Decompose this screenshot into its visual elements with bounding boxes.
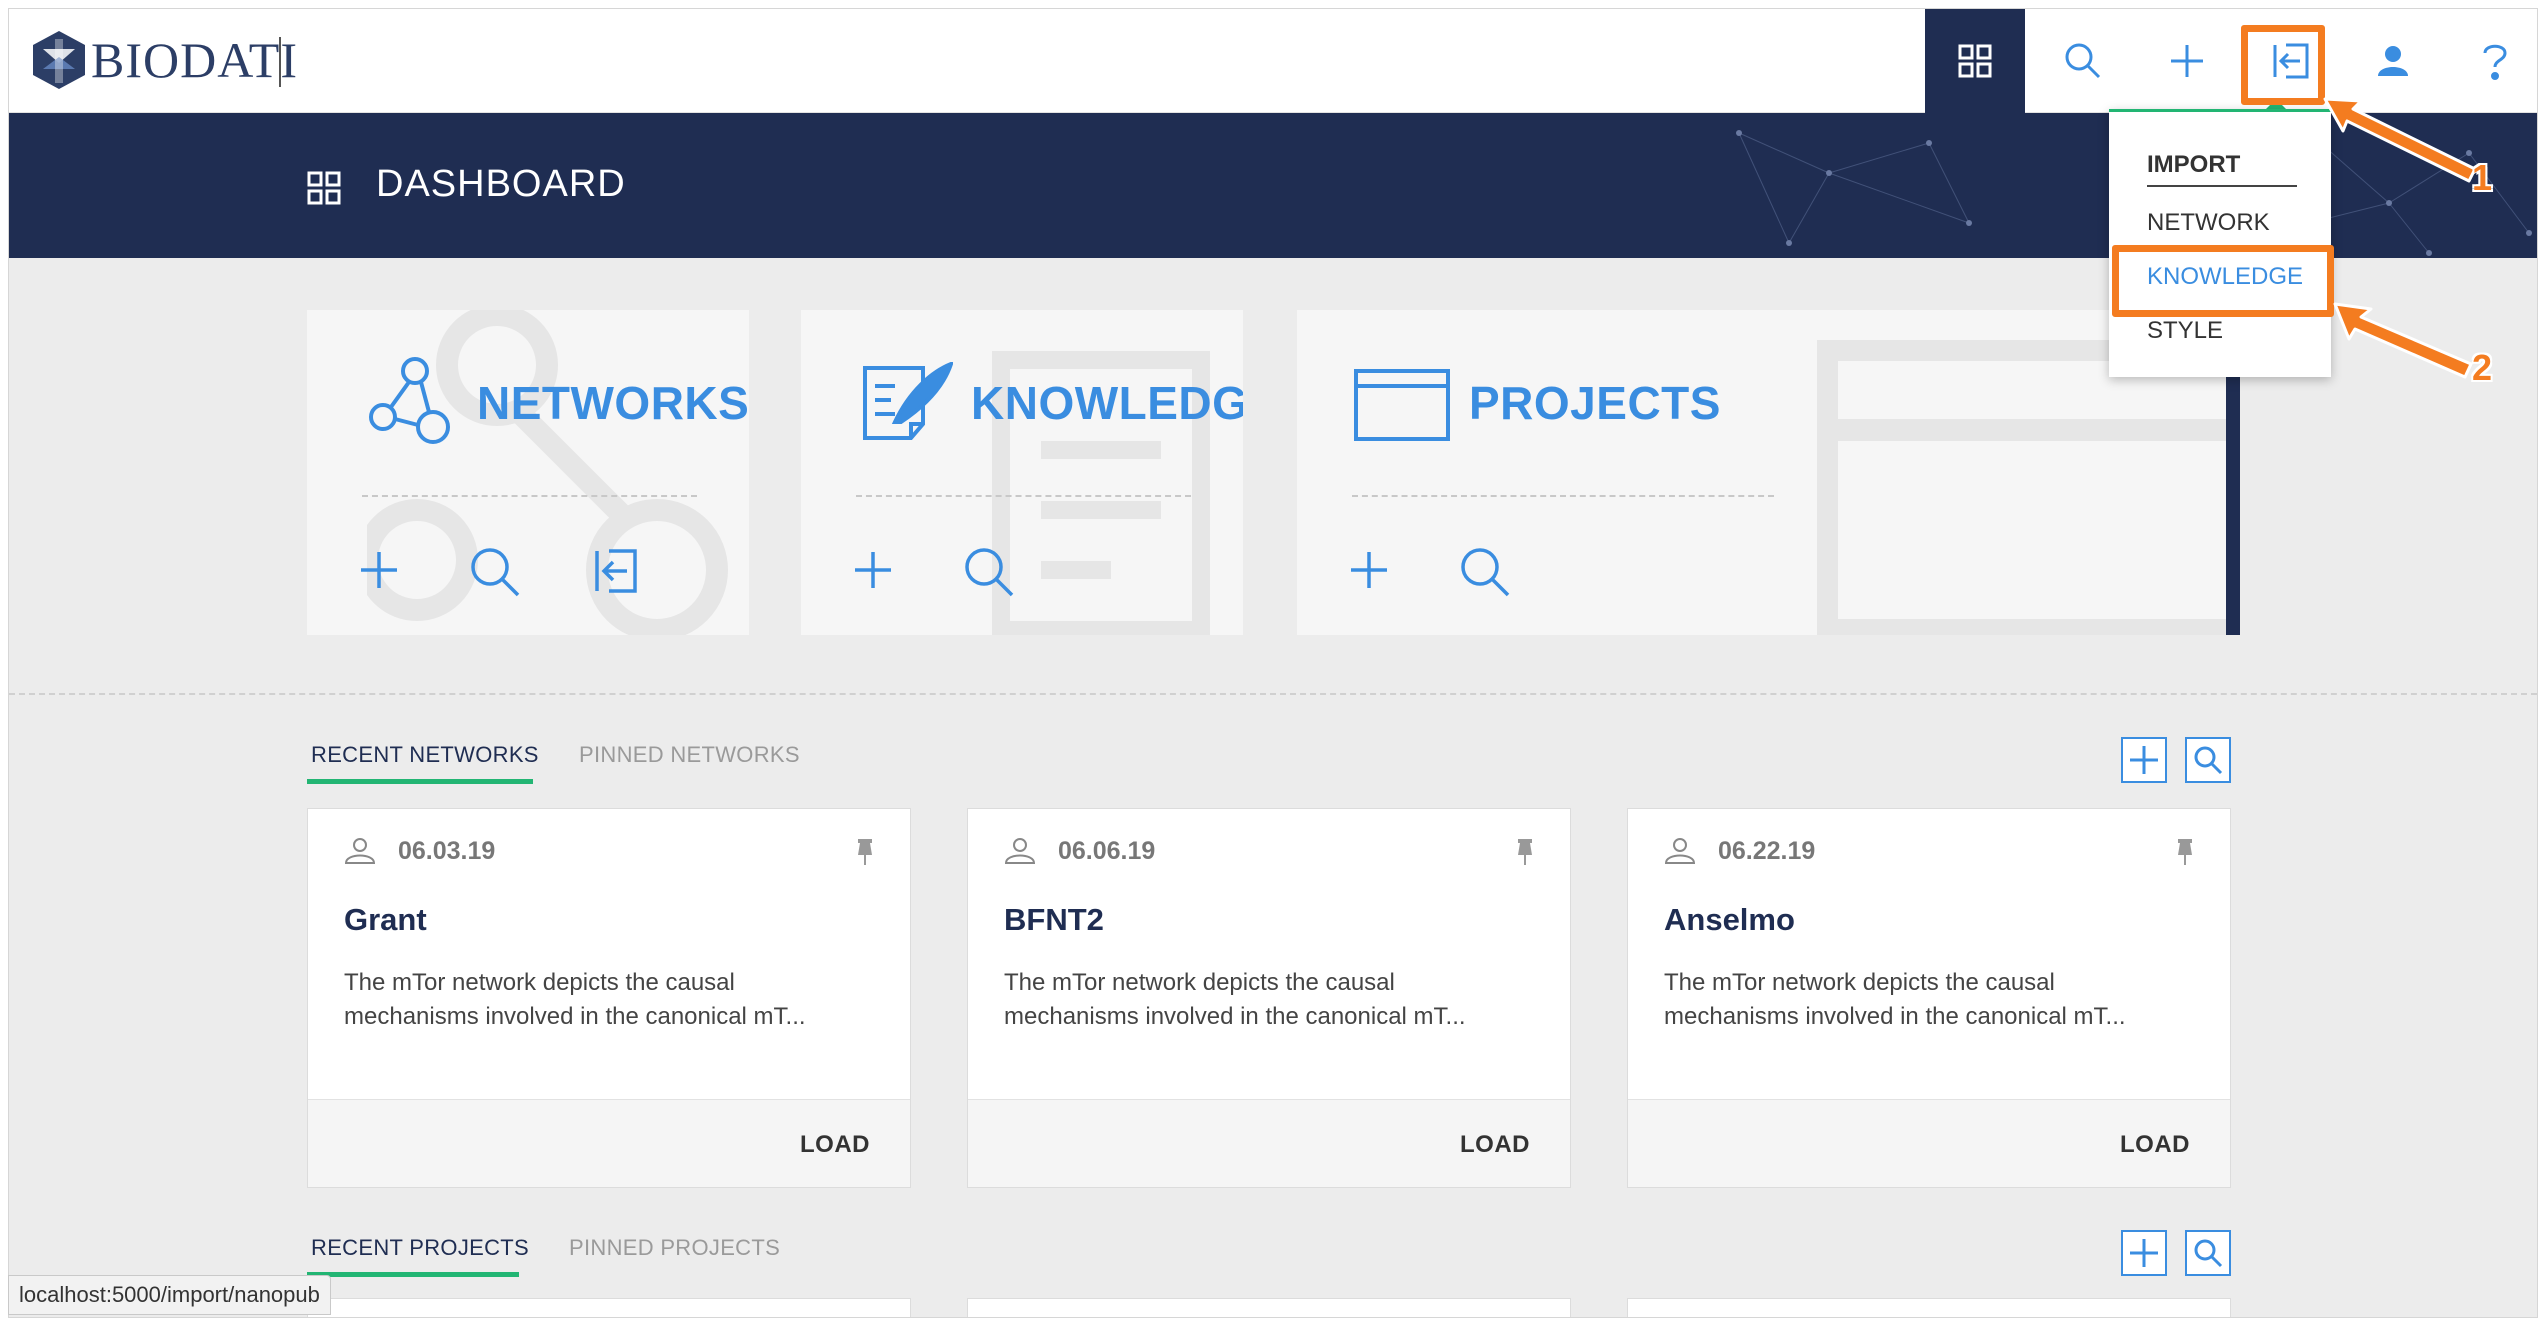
browser-viewport: BIODATI DASHBOARD NETWORKS KNOWLED PROJE… [8, 8, 2538, 1318]
annotation-step-2: 2 [2472, 347, 2493, 388]
annotation-arrows [2323, 97, 2477, 379]
annotation-step-1: 1 [2472, 157, 2493, 198]
page-scrollbar[interactable] [2537, 264, 2538, 1284]
status-bar-url: localhost:5000/import/nanopub [8, 1275, 331, 1315]
